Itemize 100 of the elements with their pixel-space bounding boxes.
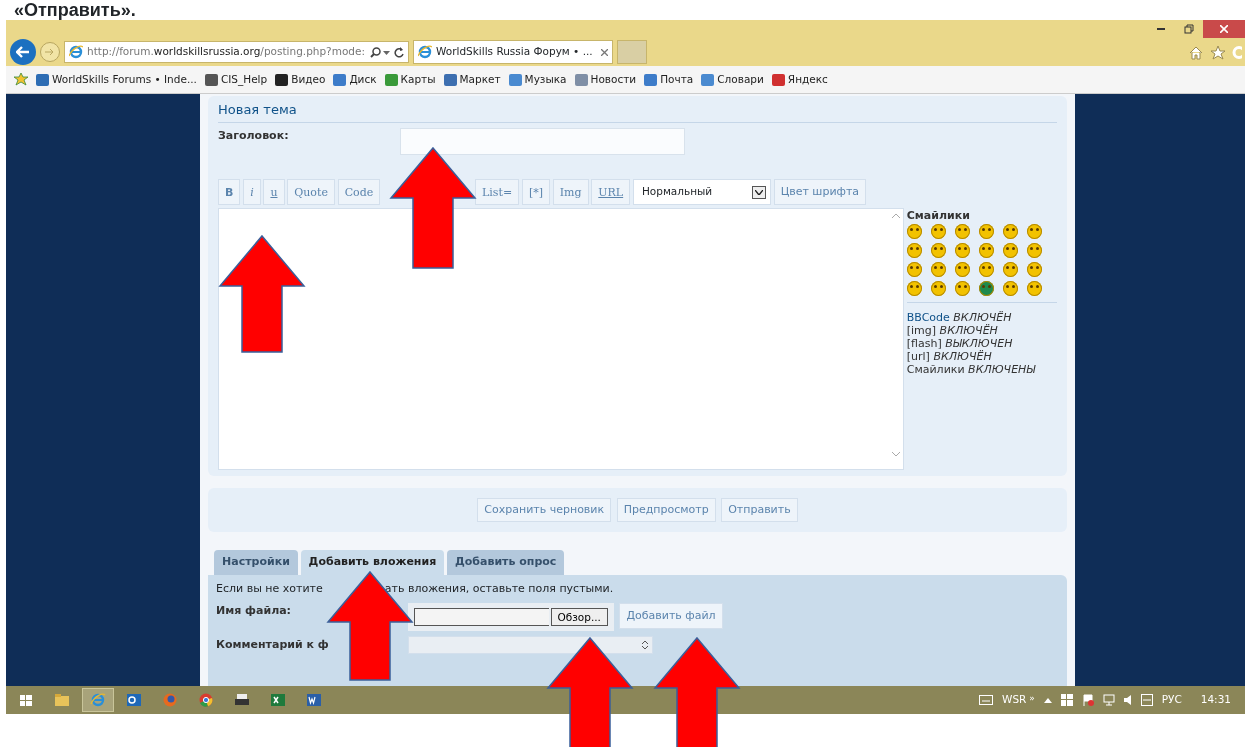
- flag-icon[interactable]: [1081, 694, 1094, 706]
- back-button[interactable]: [10, 39, 36, 65]
- close-icon[interactable]: [601, 48, 608, 56]
- smiley-icon[interactable]: [906, 243, 922, 259]
- smiley-icon[interactable]: [1002, 243, 1018, 259]
- favorites-link[interactable]: Диск: [333, 71, 377, 88]
- window-icon[interactable]: [1140, 694, 1153, 706]
- smiley-icon[interactable]: [930, 224, 946, 240]
- action-button[interactable]: Сохранить черновик: [477, 497, 612, 523]
- smiley-icon[interactable]: [1026, 243, 1042, 259]
- search-icon[interactable]: [369, 46, 381, 58]
- smiley-icon[interactable]: [1026, 224, 1042, 240]
- restore-icon: [1184, 24, 1194, 34]
- action-button[interactable]: Предпросмотр: [616, 497, 716, 523]
- smilies-title: Смайлики: [906, 207, 971, 224]
- smiley-icon[interactable]: [1002, 281, 1018, 297]
- smiley-icon[interactable]: [930, 243, 946, 259]
- action-button[interactable]: Отправить: [721, 497, 798, 523]
- favorites-star-icon[interactable]: [14, 73, 28, 86]
- format-button[interactable]: B: [218, 179, 241, 205]
- format-button[interactable]: i: [243, 179, 261, 205]
- format-button[interactable]: Quote: [287, 179, 335, 205]
- select-value: Нормальный: [641, 184, 713, 200]
- clock[interactable]: 14:31: [1200, 692, 1231, 708]
- comment-field[interactable]: [407, 636, 653, 655]
- browse-button[interactable]: Обзор...: [550, 607, 608, 626]
- tab-title: WorldSkills Russia Форум • ...: [436, 44, 593, 60]
- keyboard-icon[interactable]: [979, 695, 994, 705]
- mail-app-icon: [126, 692, 142, 708]
- close-button[interactable]: [1203, 20, 1245, 38]
- smiley-icon[interactable]: [1002, 224, 1018, 240]
- option-status: [flash] ВЫКЛЮЧЕН: [906, 337, 1014, 351]
- language-indicator[interactable]: РУС: [1161, 692, 1182, 708]
- smiley-icon[interactable]: [930, 262, 946, 278]
- tray-expand-icon[interactable]: [1043, 697, 1052, 703]
- smiley-icon[interactable]: [978, 262, 994, 278]
- format-button[interactable]: Img: [552, 179, 589, 205]
- option-status: Смайлики ВКЛЮЧЕНЫ: [906, 363, 1037, 377]
- windows-logo-icon[interactable]: [1060, 694, 1073, 706]
- file-field[interactable]: Обзор...: [407, 602, 614, 631]
- smiley-icon[interactable]: [954, 243, 970, 259]
- field-label: Комментарий к ф: [216, 637, 330, 653]
- smiley-icon[interactable]: [930, 281, 946, 297]
- format-button[interactable]: List=: [475, 179, 520, 205]
- favorites-link[interactable]: Маркет: [443, 71, 501, 88]
- smiley-icon[interactable]: [978, 243, 994, 259]
- browser-tab[interactable]: WorldSkills Russia Форум • ...: [413, 40, 613, 64]
- home-icon[interactable]: [1188, 44, 1205, 60]
- speaker-icon[interactable]: [1123, 694, 1132, 706]
- star-icon[interactable]: [1209, 44, 1226, 60]
- option-status: [img] ВКЛЮЧЁН: [906, 324, 999, 338]
- favorites-link[interactable]: Музыка: [508, 71, 567, 88]
- smiley-icon[interactable]: [1026, 281, 1042, 297]
- field-label: Имя файла:: [216, 602, 292, 619]
- format-button[interactable]: Code: [337, 179, 381, 205]
- address-text: http://forum.worldskillsrussia.org/posting.php?mode:: [87, 44, 365, 60]
- tab[interactable]: Добавить опрос: [447, 550, 565, 575]
- subject-field[interactable]: [400, 128, 685, 155]
- toolbar-more-icon[interactable]: »: [1029, 692, 1035, 708]
- tab[interactable]: Настройки: [214, 550, 298, 575]
- favorites-link[interactable]: Словари: [701, 71, 764, 88]
- smiley-icon[interactable]: [1002, 262, 1018, 278]
- favorites-link[interactable]: Яндекс: [771, 71, 828, 88]
- network-icon[interactable]: [1102, 694, 1115, 706]
- chrome-icon: [198, 692, 214, 708]
- option-status: [url] ВКЛЮЧЁН: [906, 350, 993, 364]
- smiley-icon[interactable]: [906, 224, 922, 240]
- format-button[interactable]: URL: [591, 179, 631, 205]
- font-color-button[interactable]: Цвет шрифта: [773, 179, 867, 205]
- favorites-link[interactable]: CIS_Help: [204, 71, 268, 88]
- smiley-icon[interactable]: [906, 262, 922, 278]
- browser-icon: [69, 45, 83, 59]
- document-heading: «Отправить».: [13, 0, 137, 20]
- spinner-icon[interactable]: [641, 640, 648, 651]
- printer-icon: [234, 692, 250, 708]
- folder-icon: [54, 692, 70, 708]
- smiley-icon[interactable]: [978, 224, 994, 240]
- favorites-link[interactable]: WorldSkills Forums • Inde...: [36, 71, 197, 88]
- smiley-icon[interactable]: [954, 281, 970, 297]
- font-size-select[interactable]: Нормальный: [632, 179, 771, 205]
- smiley-icon[interactable]: [978, 281, 994, 297]
- smiley-icon[interactable]: [906, 281, 922, 297]
- add-file-button[interactable]: Добавить файл: [619, 602, 723, 630]
- spreadsheet-icon: [270, 692, 286, 708]
- toolbar-label[interactable]: WSR: [1002, 692, 1027, 708]
- smiley-icon[interactable]: [1026, 262, 1042, 278]
- browser-icon: [418, 45, 432, 59]
- tab[interactable]: Добавить вложения: [300, 550, 445, 575]
- favorites-link[interactable]: Видео: [275, 71, 326, 88]
- smiley-icon[interactable]: [954, 224, 970, 240]
- favorites-link[interactable]: Новости: [574, 71, 637, 88]
- format-button[interactable]: [*]: [521, 179, 550, 205]
- favorites-link[interactable]: Почта: [644, 71, 694, 88]
- favorites-link[interactable]: Карты: [384, 71, 436, 88]
- address-bar[interactable]: http://forum.worldskillsrussia.org/posting.php?mode:: [64, 41, 409, 63]
- refresh-icon[interactable]: [393, 46, 404, 58]
- windows-logo-icon: [18, 692, 34, 708]
- format-button[interactable]: u: [263, 179, 285, 205]
- smiley-icon[interactable]: [954, 262, 970, 278]
- hint-text: Если вы не хотите: [216, 580, 323, 597]
